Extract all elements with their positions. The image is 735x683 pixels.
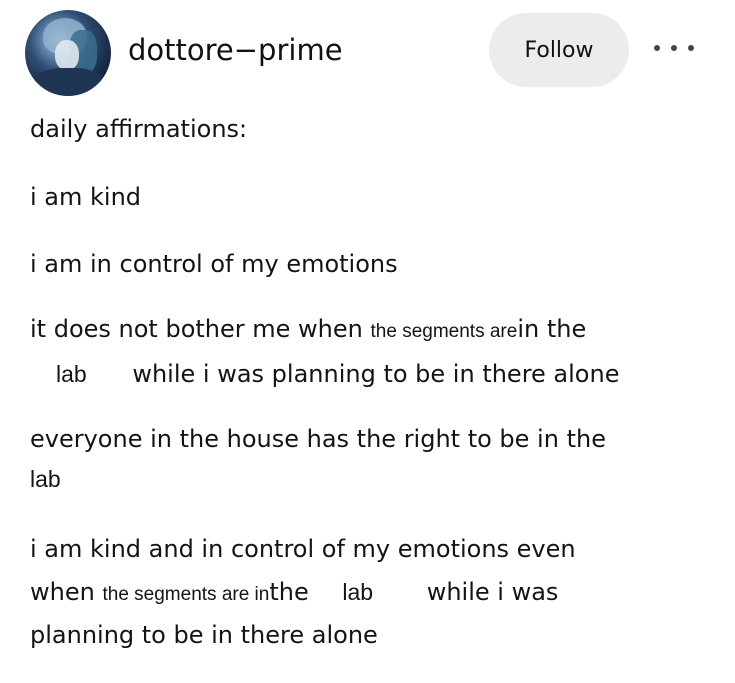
post-line: i am in control of my emotions xyxy=(30,250,398,278)
post-line: i am kind and in control of my emotions … xyxy=(30,535,576,563)
post-line: lab xyxy=(30,466,61,492)
post-line: lab while i was planning to be in there … xyxy=(30,360,619,388)
post-text: it does not bother me when xyxy=(30,315,363,343)
post-text: while i was xyxy=(426,578,559,606)
post-text: the xyxy=(269,578,309,606)
more-dot xyxy=(688,45,694,51)
post-text-insert: the segments are xyxy=(370,321,518,342)
post-text-insert: lab xyxy=(56,361,87,387)
avatar-coat xyxy=(33,68,105,96)
post-text: in the xyxy=(517,315,587,343)
post-line: i am kind xyxy=(30,183,142,211)
post-line: planning to be in there alone xyxy=(30,621,378,649)
follow-button[interactable]: Follow xyxy=(489,13,629,87)
post-line: everyone in the house has the right to b… xyxy=(30,425,606,453)
post-text: while i was planning to be in there alon… xyxy=(132,360,620,388)
avatar[interactable] xyxy=(25,10,111,96)
post-line: when the segments are inthe lab while i … xyxy=(30,578,558,606)
more-dot xyxy=(671,45,677,51)
username-link[interactable]: dottore−prime xyxy=(128,30,343,70)
post-text-insert: lab xyxy=(342,579,374,605)
post-line: daily affirmations: xyxy=(30,115,248,143)
post-text-insert: the segments are in xyxy=(102,584,270,605)
avatar-face xyxy=(55,40,79,70)
post-text: when xyxy=(30,578,95,606)
more-options-icon[interactable] xyxy=(654,38,694,58)
post-line: it does not bother me when the segments … xyxy=(30,315,586,343)
more-dot xyxy=(654,45,660,51)
